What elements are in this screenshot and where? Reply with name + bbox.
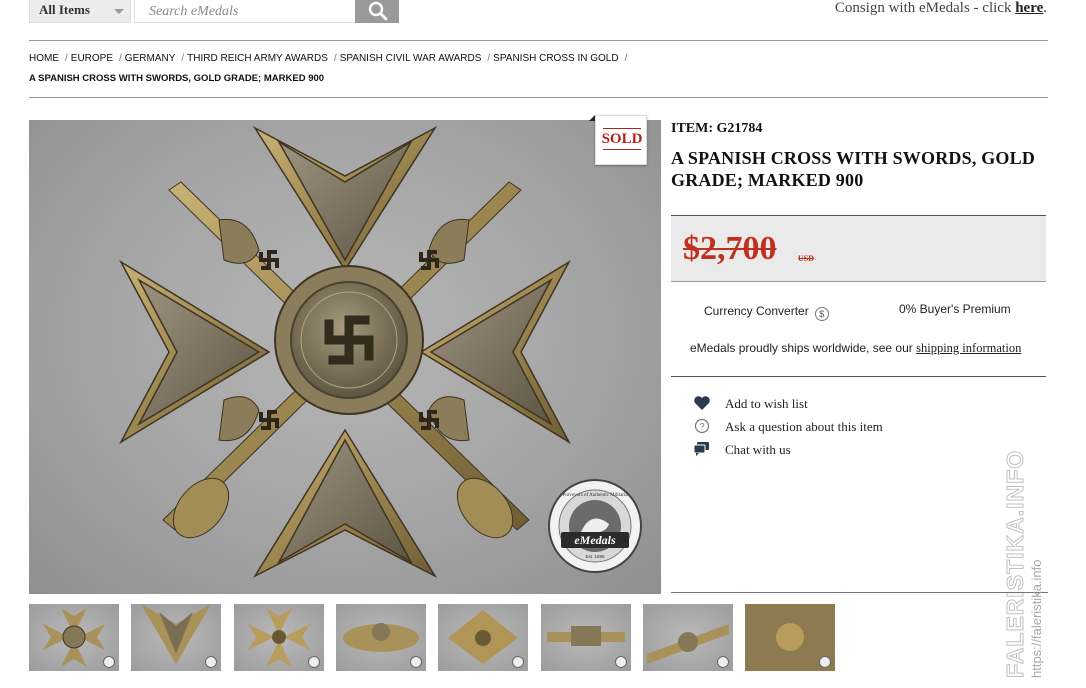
heart-icon [693, 395, 711, 411]
breadcrumb-separator: / [333, 53, 337, 64]
chat-label: Chat with us [725, 442, 791, 457]
svg-text:?: ? [699, 422, 704, 432]
shipping-text: eMedals proudly ships worldwide, see our [690, 341, 917, 355]
ask-question-button[interactable]: ? Ask a question about this item [693, 418, 883, 435]
svg-text:eMedals: eMedals [574, 533, 616, 547]
breadcrumb-separator: / [181, 53, 185, 64]
consign-text: Consign with eMedals - click [834, 0, 1016, 16]
search-input[interactable] [134, 0, 356, 23]
add-to-wishlist-button[interactable]: Add to wish list [693, 395, 808, 412]
wishlist-label: Add to wish list [725, 396, 808, 411]
currency-converter-link[interactable]: Currency Converter $ [704, 304, 829, 321]
divider [29, 40, 1048, 41]
emedals-mini-logo [410, 656, 422, 668]
watermark-url: https://faleristika.info [1029, 559, 1044, 679]
emedals-mini-logo [717, 656, 729, 668]
sold-tag: SOLD [595, 115, 647, 165]
sold-rule-bottom [603, 149, 641, 150]
watermark-brand: FALERISTIKA.INFO [1002, 449, 1029, 678]
breadcrumb-germany[interactable]: GERMANY [125, 53, 176, 64]
emedals-mini-logo [615, 656, 627, 668]
consign-end: . [1043, 0, 1047, 16]
emedals-mini-logo [103, 656, 115, 668]
breadcrumb-current: A SPANISH CROSS WITH SWORDS, GOLD GRADE;… [29, 73, 325, 84]
chevron-down-icon [114, 9, 124, 14]
consign-link[interactable]: here [1015, 0, 1043, 16]
currency-converter-label: Currency Converter [704, 304, 809, 318]
thumbnail-8[interactable] [745, 604, 835, 671]
category-select-value: All Items [39, 2, 90, 17]
thumbnail-5[interactable] [438, 604, 528, 671]
breadcrumb-spanish-civil-war-awards[interactable]: SPANISH CIVIL WAR AWARDS [340, 53, 482, 64]
thumbnail-1[interactable] [29, 604, 119, 671]
question-icon: ? [693, 418, 711, 434]
chat-icon [693, 441, 711, 457]
watermark-text: FALERISTIKA.INFO https://faleristika.inf… [1002, 449, 1062, 679]
buyers-premium: 0% Buyer's Premium [899, 302, 1011, 316]
ask-question-label: Ask a question about this item [725, 419, 883, 434]
sold-badge: SOLD [589, 115, 647, 167]
search-icon [368, 1, 388, 21]
product-title: A SPANISH CROSS WITH SWORDS, GOLD GRADE;… [671, 148, 1036, 190]
price-currency: USD [798, 254, 815, 263]
emedals-mini-logo [205, 656, 217, 668]
breadcrumb-third-reich-army-awards[interactable]: THIRD REICH ARMY AWARDS [187, 53, 328, 64]
thumbnail-6[interactable] [541, 604, 631, 671]
divider [671, 592, 1048, 593]
consign-promo: Consign with eMedals - click here. [835, 0, 1047, 17]
breadcrumb-separator: / [624, 53, 628, 64]
thumbnail-4[interactable] [336, 604, 426, 671]
dollar-icon: $ [814, 307, 829, 321]
breadcrumb-home[interactable]: HOME [29, 53, 59, 64]
item-number: ITEM: G21784 [671, 121, 763, 136]
emedals-mini-logo [819, 656, 831, 668]
main-product-image[interactable]: eMedals Est. 1995 Purveyors of Authentic… [29, 120, 661, 594]
price-box: $2,700 USD [671, 215, 1046, 282]
breadcrumb-separator: / [487, 53, 491, 64]
price: $2,700 [683, 230, 777, 267]
category-select[interactable]: All Items [29, 0, 131, 23]
shipping-information-link[interactable]: shipping information [916, 341, 1021, 355]
medal-illustration: eMedals Est. 1995 Purveyors of Authentic… [119, 126, 642, 578]
divider [671, 376, 1046, 377]
thumbnail-2[interactable] [131, 604, 221, 671]
svg-text:Est. 1995: Est. 1995 [585, 554, 605, 559]
emedals-logo: eMedals Est. 1995 Purveyors of Authentic… [548, 479, 642, 573]
thumbnail-7[interactable] [643, 604, 733, 671]
breadcrumb-separator: / [65, 53, 68, 64]
breadcrumb: HOME / EUROPE / GERMANY / THIRD REICH ARMY AWA… [29, 53, 630, 64]
breadcrumb-separator: / [119, 53, 122, 64]
chat-button[interactable]: Chat with us [693, 441, 791, 458]
search-button[interactable] [355, 0, 399, 23]
center-medallion [274, 265, 424, 415]
top-bar: All Items Consign with eMedals - click h… [0, 0, 1086, 24]
breadcrumb-spanish-cross-in-gold[interactable]: SPANISH CROSS IN GOLD [493, 53, 618, 64]
thumbnail-3[interactable] [234, 604, 324, 671]
sold-rule-top [603, 128, 641, 129]
watermark: FALERISTIKA.INFO https://faleristika.inf… [1002, 449, 1062, 679]
emedals-mini-logo [512, 656, 524, 668]
shipping-note: eMedals proudly ships worldwide, see our… [690, 341, 1021, 356]
emedals-mini-logo [308, 656, 320, 668]
sold-label: SOLD [601, 131, 643, 147]
divider [29, 97, 1048, 98]
breadcrumb-europe[interactable]: EUROPE [71, 53, 113, 64]
svg-text:Purveyors of Authentic Militar: Purveyors of Authentic Militaria [562, 493, 628, 498]
